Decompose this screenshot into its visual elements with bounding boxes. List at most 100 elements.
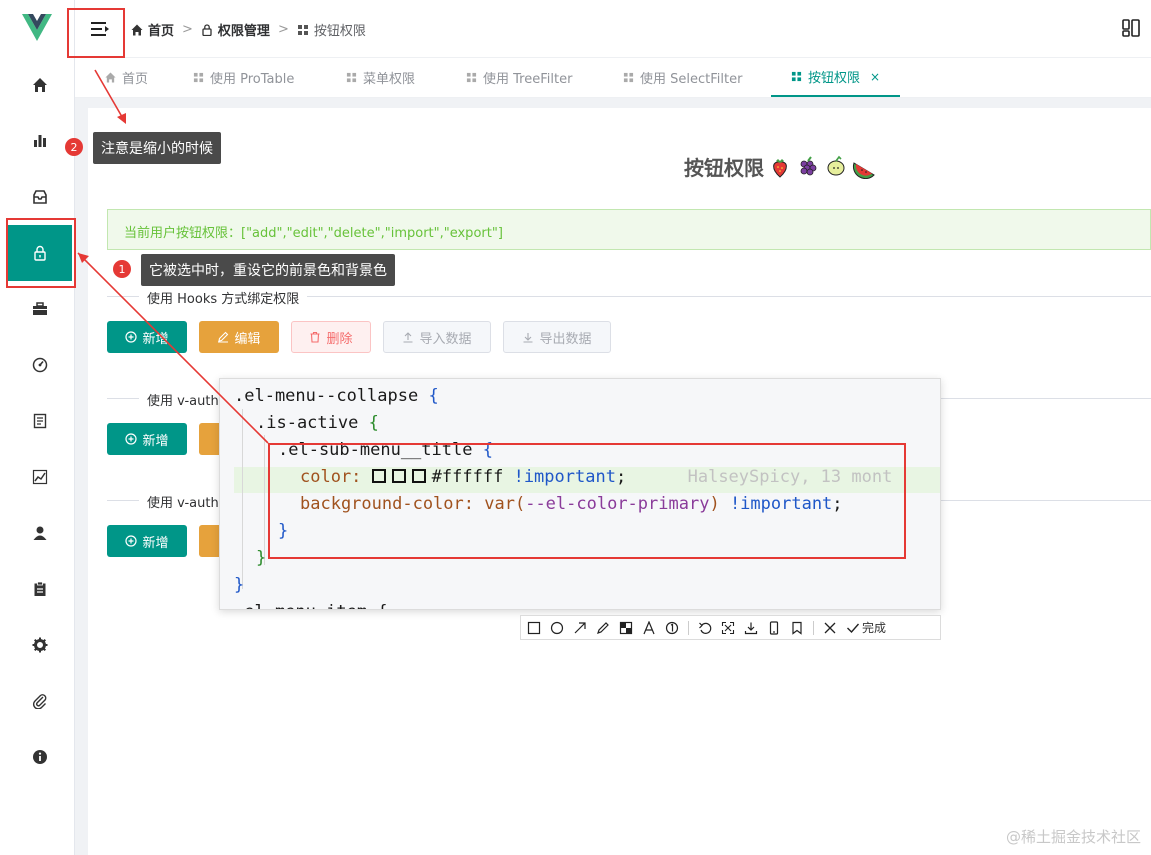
sidebar-item-home[interactable] <box>8 57 72 113</box>
export-button[interactable]: 导出数据 <box>503 321 611 353</box>
arrow-tool-icon[interactable] <box>573 621 587 635</box>
sidebar-item-dashboard[interactable] <box>8 337 72 393</box>
tab-label: 使用 TreeFilter <box>483 72 573 87</box>
export-button-label: 导出数据 <box>539 331 592 347</box>
done-label: 完成 <box>862 621 887 635</box>
done-button[interactable]: 完成 <box>846 619 886 636</box>
breadcrumb-current: 按钮权限 <box>297 20 366 39</box>
tab-label: 使用 ProTable <box>210 72 295 87</box>
document-icon <box>33 413 47 429</box>
breadcrumb-separator: > <box>277 22 289 37</box>
tab-treefilter[interactable]: 使用 TreeFilter <box>466 58 572 97</box>
sidebar-item-user[interactable] <box>8 505 72 561</box>
delete-button-label: 删除 <box>326 331 353 347</box>
section-title-vauth: 使用 v-auth <box>139 390 227 409</box>
annotation-tooltip-2: 注意是缩小的时候 <box>93 132 221 164</box>
user-icon <box>33 526 47 540</box>
upload-icon <box>403 332 413 343</box>
section-title-hooks: 使用 Hooks 方式绑定权限 <box>139 288 308 307</box>
vue-logo-icon <box>22 14 52 41</box>
sidebar-item-briefcase[interactable] <box>8 281 72 337</box>
bookmark-icon[interactable] <box>790 621 804 635</box>
close-icon[interactable] <box>823 621 837 635</box>
tabs-bar: 首页 使用 ProTable 菜单权限 使用 TreeFilter 使用 Sel… <box>75 58 1151 98</box>
download-icon[interactable] <box>744 621 758 635</box>
annotation-box-code <box>268 443 906 559</box>
tab-button-permission[interactable]: 按钮权限 × <box>771 58 901 97</box>
sidebar-item-inbox[interactable] <box>8 169 72 225</box>
edit-button[interactable]: 编辑 <box>199 321 279 353</box>
download-icon <box>523 333 533 343</box>
fullscreen-icon[interactable] <box>721 621 735 635</box>
code-line-7: } <box>256 548 267 568</box>
tab-selectfilter[interactable]: 使用 SelectFilter <box>623 58 742 97</box>
ellipse-tool-icon[interactable] <box>550 621 564 635</box>
tab-close-icon[interactable]: × <box>870 70 880 84</box>
delete-button[interactable]: 删除 <box>291 321 371 353</box>
section-title-vauth-2: 使用 v-auth <box>139 492 227 511</box>
app-root: 首页 > 权限管理 > 按钮权限 首页 使用 ProTable 菜单权限 使用 … <box>0 0 1151 855</box>
pen-tool-icon[interactable] <box>596 621 610 635</box>
page-title-text: 按钮权限 <box>684 156 764 180</box>
sidebar-item-clipboard[interactable] <box>8 561 72 617</box>
sidebar-item-about[interactable] <box>8 729 72 785</box>
layout-icon[interactable] <box>1121 18 1141 38</box>
bar-chart-icon <box>34 135 46 147</box>
add-button-label: 新增 <box>142 535 169 551</box>
screenshot-toolbar: 完成 <box>520 615 941 640</box>
annotation-box-active-item <box>6 218 76 288</box>
plus-circle-icon <box>125 331 138 343</box>
plus-circle-icon <box>125 433 138 445</box>
watermark: @稀土掘金技术社区 <box>1005 828 1141 846</box>
add-button[interactable]: 新增 <box>107 525 187 557</box>
add-button-label: 新增 <box>142 331 169 347</box>
sidebar-item-attachment[interactable] <box>8 673 72 729</box>
mosaic-tool-icon[interactable] <box>619 621 633 635</box>
sidebar-item-document[interactable] <box>8 393 72 449</box>
check-icon <box>847 623 860 633</box>
tab-home[interactable]: 首页 <box>105 58 148 97</box>
import-button[interactable]: 导入数据 <box>383 321 491 353</box>
breadcrumb-permission-label: 权限管理 <box>217 24 270 39</box>
briefcase-icon <box>33 302 47 315</box>
info-icon <box>33 750 47 764</box>
grid-icon <box>791 71 802 82</box>
tab-menu-permission[interactable]: 菜单权限 <box>346 58 415 97</box>
tab-label: 按钮权限 <box>808 71 861 86</box>
top-header: 首页 > 权限管理 > 按钮权限 <box>75 0 1151 58</box>
text-tool-icon[interactable] <box>642 620 656 635</box>
trash-icon <box>310 331 320 343</box>
breadcrumb-home[interactable]: 首页 <box>131 20 174 39</box>
home-icon <box>33 78 47 92</box>
toolbar-separator <box>688 620 689 635</box>
breadcrumb: 首页 > 权限管理 > 按钮权限 <box>131 20 366 39</box>
breadcrumb-current-label: 按钮权限 <box>313 24 366 39</box>
tab-label: 菜单权限 <box>363 72 416 87</box>
number-tool-icon[interactable] <box>665 621 679 635</box>
code-line-9: .el-menu-item { <box>234 599 388 609</box>
tab-protable[interactable]: 使用 ProTable <box>193 58 294 97</box>
sidebar-item-chart[interactable] <box>8 113 72 169</box>
lock-icon <box>202 23 212 36</box>
sidebar-item-settings[interactable] <box>8 617 72 673</box>
add-button[interactable]: 新增 <box>107 423 187 455</box>
edit-icon <box>218 331 229 343</box>
gauge-icon <box>32 357 48 373</box>
sidebar <box>0 0 75 855</box>
breadcrumb-home-label: 首页 <box>148 24 175 39</box>
grid-icon <box>466 72 477 83</box>
home-icon <box>105 72 116 83</box>
add-button[interactable]: 新增 <box>107 321 187 353</box>
breadcrumb-permission[interactable]: 权限管理 <box>201 20 270 39</box>
tab-label: 使用 SelectFilter <box>640 72 743 87</box>
phone-icon[interactable] <box>767 620 781 635</box>
inbox-icon <box>33 190 47 204</box>
rectangle-tool-icon[interactable] <box>527 621 541 635</box>
grid-icon <box>623 72 634 83</box>
sidebar-item-line-chart[interactable] <box>8 449 72 505</box>
annotation-badge-1: 1 <box>113 260 131 278</box>
line-chart-icon <box>32 469 48 485</box>
undo-icon[interactable] <box>698 621 712 635</box>
strawberry-icon <box>773 158 787 178</box>
lemon-icon <box>827 155 845 175</box>
